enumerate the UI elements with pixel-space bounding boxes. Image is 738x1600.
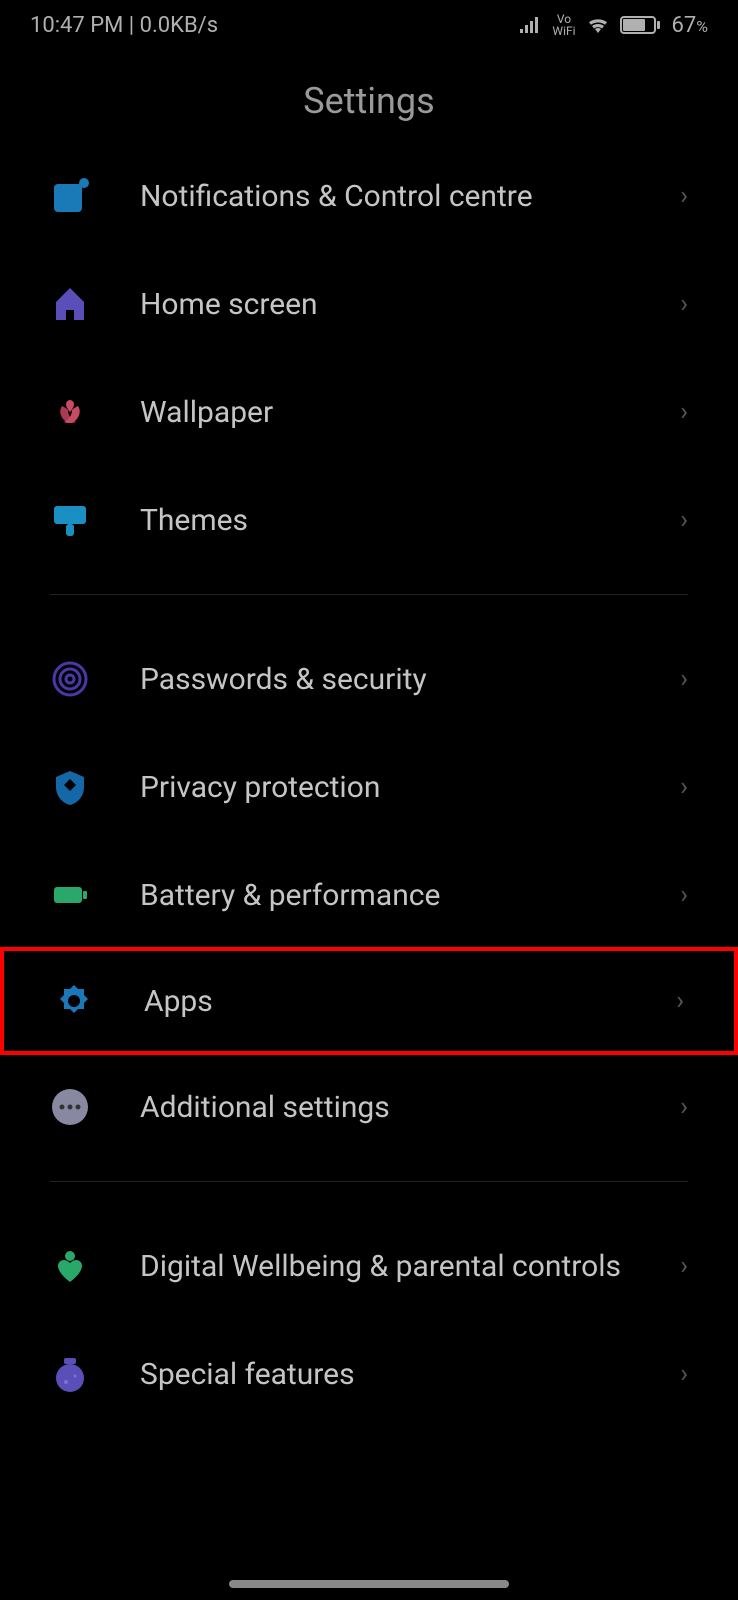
home-indicator[interactable] [229, 1580, 509, 1588]
chevron-right-icon: › [680, 1092, 688, 1122]
themes-icon [50, 500, 90, 540]
battery-percentage: 67% [672, 13, 708, 38]
wallpaper-icon [50, 392, 90, 432]
status-left: 10:47 PM | 0.0KB/s [30, 13, 218, 38]
settings-item-privacy[interactable]: Privacy protection › [0, 733, 738, 841]
battery-icon [620, 15, 662, 35]
settings-item-notifications[interactable]: Notifications & Control centre › [0, 142, 738, 250]
settings-item-label: Passwords & security [140, 660, 680, 699]
settings-item-label: Home screen [140, 285, 680, 324]
status-right: VoWiFi 67% [518, 13, 708, 38]
settings-item-label: Special features [140, 1355, 680, 1394]
privacy-shield-icon [50, 767, 90, 807]
settings-item-apps[interactable]: Apps › [0, 947, 738, 1055]
settings-item-label: Themes [140, 501, 680, 540]
chevron-right-icon: › [680, 397, 688, 427]
chevron-right-icon: › [680, 181, 688, 211]
chevron-right-icon: › [680, 664, 688, 694]
chevron-right-icon: › [680, 880, 688, 910]
settings-item-digital-wellbeing[interactable]: Digital Wellbeing & parental controls › [0, 1212, 738, 1320]
chevron-right-icon: › [680, 772, 688, 802]
vowifi-icon: VoWiFi [552, 13, 575, 37]
status-speed: 0.0KB/s [140, 13, 218, 38]
fingerprint-icon [50, 659, 90, 699]
settings-item-home-screen[interactable]: Home screen › [0, 250, 738, 358]
settings-item-label: Digital Wellbeing & parental controls [140, 1247, 680, 1286]
settings-item-label: Battery & performance [140, 876, 680, 915]
settings-item-label: Apps [144, 982, 676, 1021]
status-bar: 10:47 PM | 0.0KB/s VoWiFi 67% [0, 0, 738, 50]
settings-item-label: Additional settings [140, 1088, 680, 1127]
section-divider [50, 594, 688, 595]
settings-item-label: Wallpaper [140, 393, 680, 432]
settings-item-special-features[interactable]: Special features › [0, 1320, 738, 1428]
settings-item-themes[interactable]: Themes › [0, 466, 738, 574]
page-title: Settings [0, 50, 738, 142]
chevron-right-icon: › [676, 986, 684, 1016]
status-time: 10:47 PM [30, 13, 123, 38]
wifi-icon [586, 15, 610, 35]
chevron-right-icon: › [680, 1251, 688, 1281]
chevron-right-icon: › [680, 505, 688, 535]
home-icon [50, 284, 90, 324]
settings-list: Notifications & Control centre › Home sc… [0, 142, 738, 1428]
chevron-right-icon: › [680, 1359, 688, 1389]
status-divider: | [123, 13, 139, 38]
settings-item-label: Privacy protection [140, 768, 680, 807]
additional-dots-icon [50, 1087, 90, 1127]
settings-item-passwords-security[interactable]: Passwords & security › [0, 625, 738, 733]
settings-item-wallpaper[interactable]: Wallpaper › [0, 358, 738, 466]
settings-item-label: Notifications & Control centre [140, 177, 680, 216]
settings-item-battery[interactable]: Battery & performance › [0, 841, 738, 949]
section-divider [50, 1181, 688, 1182]
notifications-icon [50, 176, 90, 216]
settings-item-additional[interactable]: Additional settings › [0, 1053, 738, 1161]
chevron-right-icon: › [680, 289, 688, 319]
special-flask-icon [50, 1354, 90, 1394]
apps-gear-icon [54, 981, 94, 1021]
wellbeing-heart-icon [50, 1246, 90, 1286]
battery-icon [50, 875, 90, 915]
signal-icon [518, 15, 542, 35]
